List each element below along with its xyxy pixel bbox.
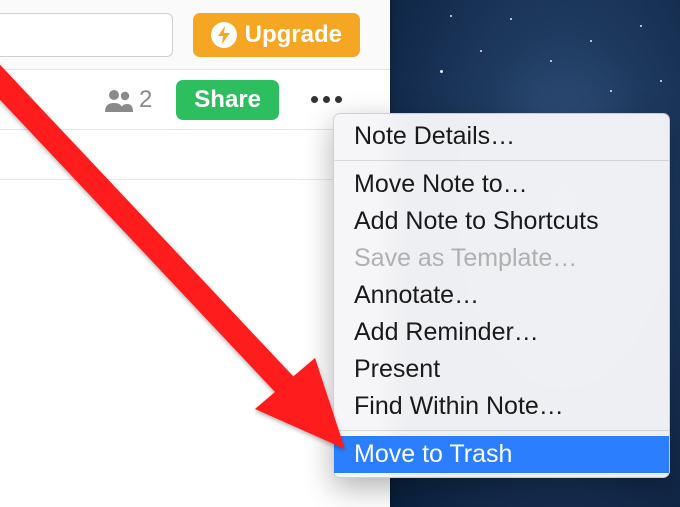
menu-move-note-to[interactable]: Move Note to…	[334, 166, 669, 203]
menu-separator	[334, 160, 669, 161]
app-window: Upgrade 2 Share	[0, 0, 390, 507]
menu-present[interactable]: Present	[334, 351, 669, 388]
share-button[interactable]: Share	[176, 80, 279, 120]
context-menu: Note Details… Move Note to… Add Note to …	[333, 113, 670, 478]
more-dots-icon	[311, 96, 318, 103]
menu-annotate[interactable]: Annotate…	[334, 277, 669, 314]
menu-save-template: Save as Template…	[334, 240, 669, 277]
menu-separator	[334, 430, 669, 431]
bolt-icon	[211, 22, 237, 48]
top-toolbar: Upgrade	[0, 0, 390, 70]
people-icon	[103, 88, 135, 112]
search-input[interactable]	[0, 13, 173, 57]
upgrade-label: Upgrade	[245, 21, 342, 49]
note-content-area[interactable]	[0, 130, 390, 180]
menu-move-to-trash[interactable]: Move to Trash	[334, 436, 669, 473]
share-count[interactable]: 2	[103, 86, 152, 114]
upgrade-button[interactable]: Upgrade	[193, 13, 360, 57]
menu-find-within[interactable]: Find Within Note…	[334, 388, 669, 425]
menu-add-shortcuts[interactable]: Add Note to Shortcuts	[334, 203, 669, 240]
share-label: Share	[194, 86, 261, 113]
more-button[interactable]	[303, 88, 350, 111]
action-bar: 2 Share	[0, 70, 390, 130]
share-count-value: 2	[139, 86, 152, 114]
menu-add-reminder[interactable]: Add Reminder…	[334, 314, 669, 351]
menu-note-details[interactable]: Note Details…	[334, 118, 669, 155]
